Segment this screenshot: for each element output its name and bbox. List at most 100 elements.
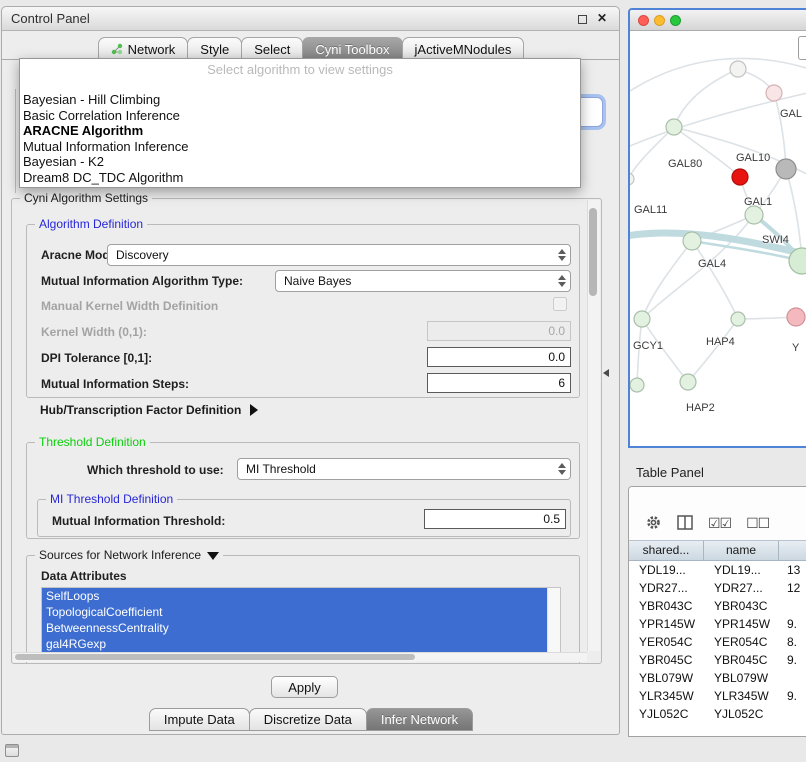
float-icon[interactable] [578, 15, 587, 24]
table-cell[interactable]: YPR145W [704, 615, 779, 633]
vertical-scrollbar-thumb[interactable] [589, 208, 597, 296]
list-item[interactable]: BetweennessCentrality [42, 620, 547, 636]
table-cell[interactable]: YDL19... [629, 561, 704, 579]
columns-icon[interactable] [677, 515, 693, 530]
table-row[interactable]: YPR145WYPR145W9. [629, 615, 806, 633]
table-cell[interactable]: 12 [779, 579, 806, 597]
network-node[interactable] [666, 119, 682, 135]
table-cell[interactable]: YER054C [704, 633, 779, 651]
table-row[interactable]: YJL052CYJL052C [629, 705, 806, 723]
list-scrollbar[interactable] [547, 588, 560, 652]
list-item[interactable]: gal4RGexp [42, 636, 547, 652]
list-item[interactable]: TopologicalCoefficient [42, 604, 547, 620]
table-row[interactable]: YDL19...YDL19...13 [629, 561, 806, 579]
algorithm-option[interactable]: Mutual Information Inference [20, 139, 580, 155]
restore-panel-icon[interactable] [5, 744, 19, 757]
sources-expander[interactable]: Sources for Network Inference [35, 548, 223, 562]
table-cell[interactable] [779, 597, 806, 615]
deselect-all-icon[interactable]: ☐☐ [746, 515, 769, 531]
tab-label: Select [254, 42, 290, 57]
select-all-icon[interactable]: ☑☑ [708, 515, 731, 531]
network-node[interactable] [634, 311, 650, 327]
close-traffic-light-icon[interactable] [638, 15, 649, 26]
aracne-mode-select[interactable]: Discovery [107, 244, 571, 266]
tab-discretize-data[interactable]: Discretize Data [249, 708, 367, 731]
algorithm-option[interactable]: Dream8 DC_TDC Algorithm [20, 170, 580, 186]
horizontal-scrollbar-thumb[interactable] [15, 654, 415, 660]
column-header-extra[interactable] [779, 541, 806, 560]
which-threshold-select[interactable]: MI Threshold [237, 458, 571, 480]
tab-select[interactable]: Select [241, 37, 303, 60]
mi-algorithm-type-select[interactable]: Naive Bayes [275, 270, 571, 292]
tab-impute-data[interactable]: Impute Data [149, 708, 250, 731]
apply-button[interactable]: Apply [271, 676, 338, 698]
tab-style[interactable]: Style [187, 37, 242, 60]
network-node[interactable] [630, 378, 644, 392]
table-cell[interactable]: YDL19... [704, 561, 779, 579]
tab-jactivemodules[interactable]: jActiveMNodules [402, 37, 525, 60]
table-row[interactable]: YDR27...YDR27...12 [629, 579, 806, 597]
horizontal-scrollbar[interactable] [13, 652, 587, 662]
network-node[interactable] [630, 173, 634, 185]
close-icon[interactable]: ✕ [597, 11, 607, 25]
table-cell[interactable]: YBR045C [629, 651, 704, 669]
tab-cyni-toolbox[interactable]: Cyni Toolbox [302, 37, 402, 60]
table-row[interactable]: YLR345WYLR345W9. [629, 687, 806, 705]
table-cell[interactable]: YBR043C [704, 597, 779, 615]
table-cell[interactable]: 9. [779, 651, 806, 669]
network-node[interactable] [732, 169, 748, 185]
algorithm-option-selected[interactable]: ARACNE Algorithm [20, 123, 580, 139]
zoom-traffic-light-icon[interactable] [670, 15, 681, 26]
table-cell[interactable]: YBR045C [704, 651, 779, 669]
control-panel-titlebar: Control Panel ✕ [2, 7, 619, 31]
which-threshold-label: Which threshold to use: [87, 463, 224, 477]
table-cell[interactable]: 9. [779, 615, 806, 633]
table-cell[interactable]: YBL079W [629, 669, 704, 687]
table-cell[interactable]: YDR27... [704, 579, 779, 597]
table-cell[interactable] [779, 669, 806, 687]
network-node[interactable] [745, 206, 763, 224]
table-cell[interactable]: YJL052C [629, 705, 704, 723]
table-cell[interactable]: 9. [779, 687, 806, 705]
table-cell[interactable]: YPR145W [629, 615, 704, 633]
table-row[interactable]: YBL079WYBL079W [629, 669, 806, 687]
window-title: Control Panel [11, 7, 90, 31]
network-node[interactable] [776, 159, 796, 179]
table-cell[interactable]: 8. [779, 633, 806, 651]
table-cell[interactable]: YJL052C [704, 705, 779, 723]
minimize-traffic-light-icon[interactable] [654, 15, 665, 26]
mi-threshold-input[interactable] [424, 509, 566, 529]
table-row[interactable]: YBR043CYBR043C [629, 597, 806, 615]
tab-infer-network[interactable]: Infer Network [366, 708, 473, 731]
algorithm-option[interactable]: Bayesian - Hill Climbing [20, 92, 580, 108]
algorithm-option[interactable]: Basic Correlation Inference [20, 108, 580, 124]
network-node[interactable] [766, 85, 782, 101]
table-cell[interactable]: YLR345W [704, 687, 779, 705]
vertical-scrollbar[interactable] [587, 200, 600, 651]
network-node[interactable] [680, 374, 696, 390]
mi-steps-input[interactable] [427, 373, 571, 393]
hub-definition-expander[interactable]: Hub/Transcription Factor Definition [40, 403, 258, 417]
algorithm-option[interactable]: Bayesian - K2 [20, 154, 580, 170]
table-cell[interactable]: YER054C [629, 633, 704, 651]
table-row[interactable]: YBR045CYBR045C9. [629, 651, 806, 669]
table-cell[interactable]: YDR27... [629, 579, 704, 597]
dpi-tolerance-input[interactable] [427, 347, 571, 367]
tab-network[interactable]: Network [98, 37, 189, 60]
table-cell[interactable] [779, 705, 806, 723]
network-node[interactable] [787, 308, 805, 326]
table-cell[interactable]: YBR043C [629, 597, 704, 615]
list-item[interactable]: SelfLoops [42, 588, 547, 604]
table-cell[interactable]: 13 [779, 561, 806, 579]
gear-icon[interactable] [645, 514, 662, 531]
network-node[interactable] [730, 61, 746, 77]
column-header-name[interactable]: name [704, 541, 779, 560]
table-cell[interactable]: YBL079W [704, 669, 779, 687]
panel-collapse-arrow-icon[interactable] [603, 369, 609, 377]
table-row[interactable]: YER054CYER054C8. [629, 633, 806, 651]
column-header-shared-name[interactable]: shared... [629, 541, 704, 560]
network-node[interactable] [731, 312, 745, 326]
network-node[interactable] [683, 232, 701, 250]
birdseye-toggle[interactable] [798, 36, 806, 60]
table-cell[interactable]: YLR345W [629, 687, 704, 705]
